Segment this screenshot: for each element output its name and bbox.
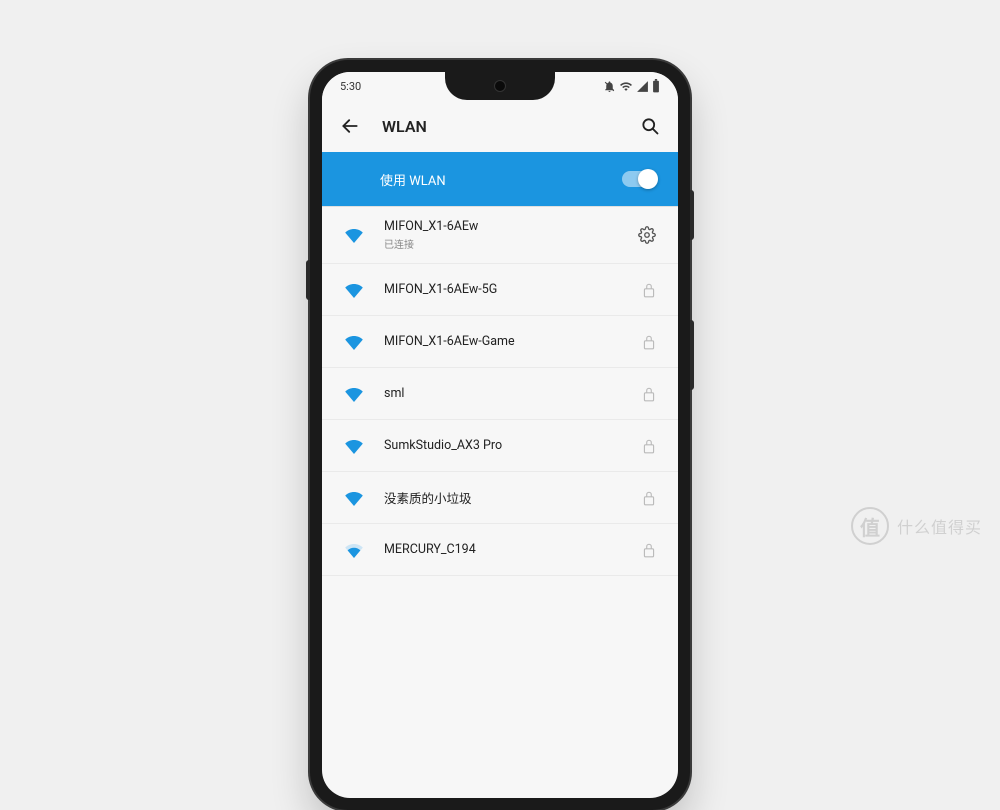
network-item[interactable]: SumkStudio_AX3 Pro [322, 420, 678, 472]
network-ssid: sml [384, 386, 622, 401]
network-list: MIFON_X1-6AEw 已连接 MIFON_X1-6AEw-5G MIFON… [322, 206, 678, 576]
lock-icon [642, 438, 656, 454]
status-time: 5:30 [340, 80, 361, 93]
screen: 5:30 WLAN 使用 WLAN MIFON_X1-6AEw 已连接 [322, 72, 678, 798]
network-info: MIFON_X1-6AEw-Game [384, 334, 622, 349]
do-not-disturb-icon [603, 80, 616, 93]
watermark-logo: 值 [851, 507, 889, 545]
wifi-icon [344, 542, 364, 558]
battery-icon [652, 79, 660, 93]
lock-icon [642, 490, 656, 506]
wifi-icon [344, 438, 364, 454]
network-ssid: MIFON_X1-6AEw [384, 219, 618, 234]
network-info: MERCURY_C194 [384, 542, 622, 557]
network-item[interactable]: sml [322, 368, 678, 420]
watermark-text: 什么值得买 [897, 514, 982, 538]
lock-icon [642, 386, 656, 402]
wifi-icon [344, 334, 364, 350]
side-button [306, 260, 310, 300]
network-item[interactable]: 没素质的小垃圾 [322, 472, 678, 524]
network-info: MIFON_X1-6AEw 已连接 [384, 219, 618, 251]
search-icon[interactable] [640, 116, 660, 136]
network-status: 已连接 [384, 236, 618, 251]
network-item[interactable]: MIFON_X1-6AEw-Game [322, 316, 678, 368]
page-title: WLAN [382, 117, 618, 136]
cell-signal-icon [636, 80, 649, 93]
network-item-connected[interactable]: MIFON_X1-6AEw 已连接 [322, 206, 678, 264]
network-ssid: MIFON_X1-6AEw-5G [384, 282, 622, 297]
back-icon[interactable] [340, 116, 360, 136]
network-info: sml [384, 386, 622, 401]
wifi-icon [344, 282, 364, 298]
network-ssid: MIFON_X1-6AEw-Game [384, 334, 622, 349]
network-info: SumkStudio_AX3 Pro [384, 438, 622, 453]
wifi-icon [344, 386, 364, 402]
phone-frame: 5:30 WLAN 使用 WLAN MIFON_X1-6AEw 已连接 [310, 60, 690, 810]
app-header: WLAN [322, 100, 678, 152]
status-icons [603, 79, 660, 93]
gear-icon[interactable] [638, 226, 656, 244]
network-info: MIFON_X1-6AEw-5G [384, 282, 622, 297]
wifi-icon [344, 490, 364, 506]
network-info: 没素质的小垃圾 [384, 488, 622, 507]
watermark: 值 什么值得买 [851, 507, 982, 545]
network-ssid: SumkStudio_AX3 Pro [384, 438, 622, 453]
network-item[interactable]: MERCURY_C194 [322, 524, 678, 576]
lock-icon [642, 334, 656, 350]
wlan-toggle-switch[interactable] [622, 171, 656, 187]
wlan-toggle-label: 使用 WLAN [380, 170, 446, 189]
wifi-status-icon [619, 80, 633, 93]
lock-icon [642, 542, 656, 558]
wlan-toggle-bar[interactable]: 使用 WLAN [322, 152, 678, 206]
notch [445, 72, 555, 100]
network-ssid: MERCURY_C194 [384, 542, 622, 557]
network-item[interactable]: MIFON_X1-6AEw-5G [322, 264, 678, 316]
wifi-icon [344, 227, 364, 243]
lock-icon [642, 282, 656, 298]
network-ssid: 没素质的小垃圾 [384, 488, 622, 507]
